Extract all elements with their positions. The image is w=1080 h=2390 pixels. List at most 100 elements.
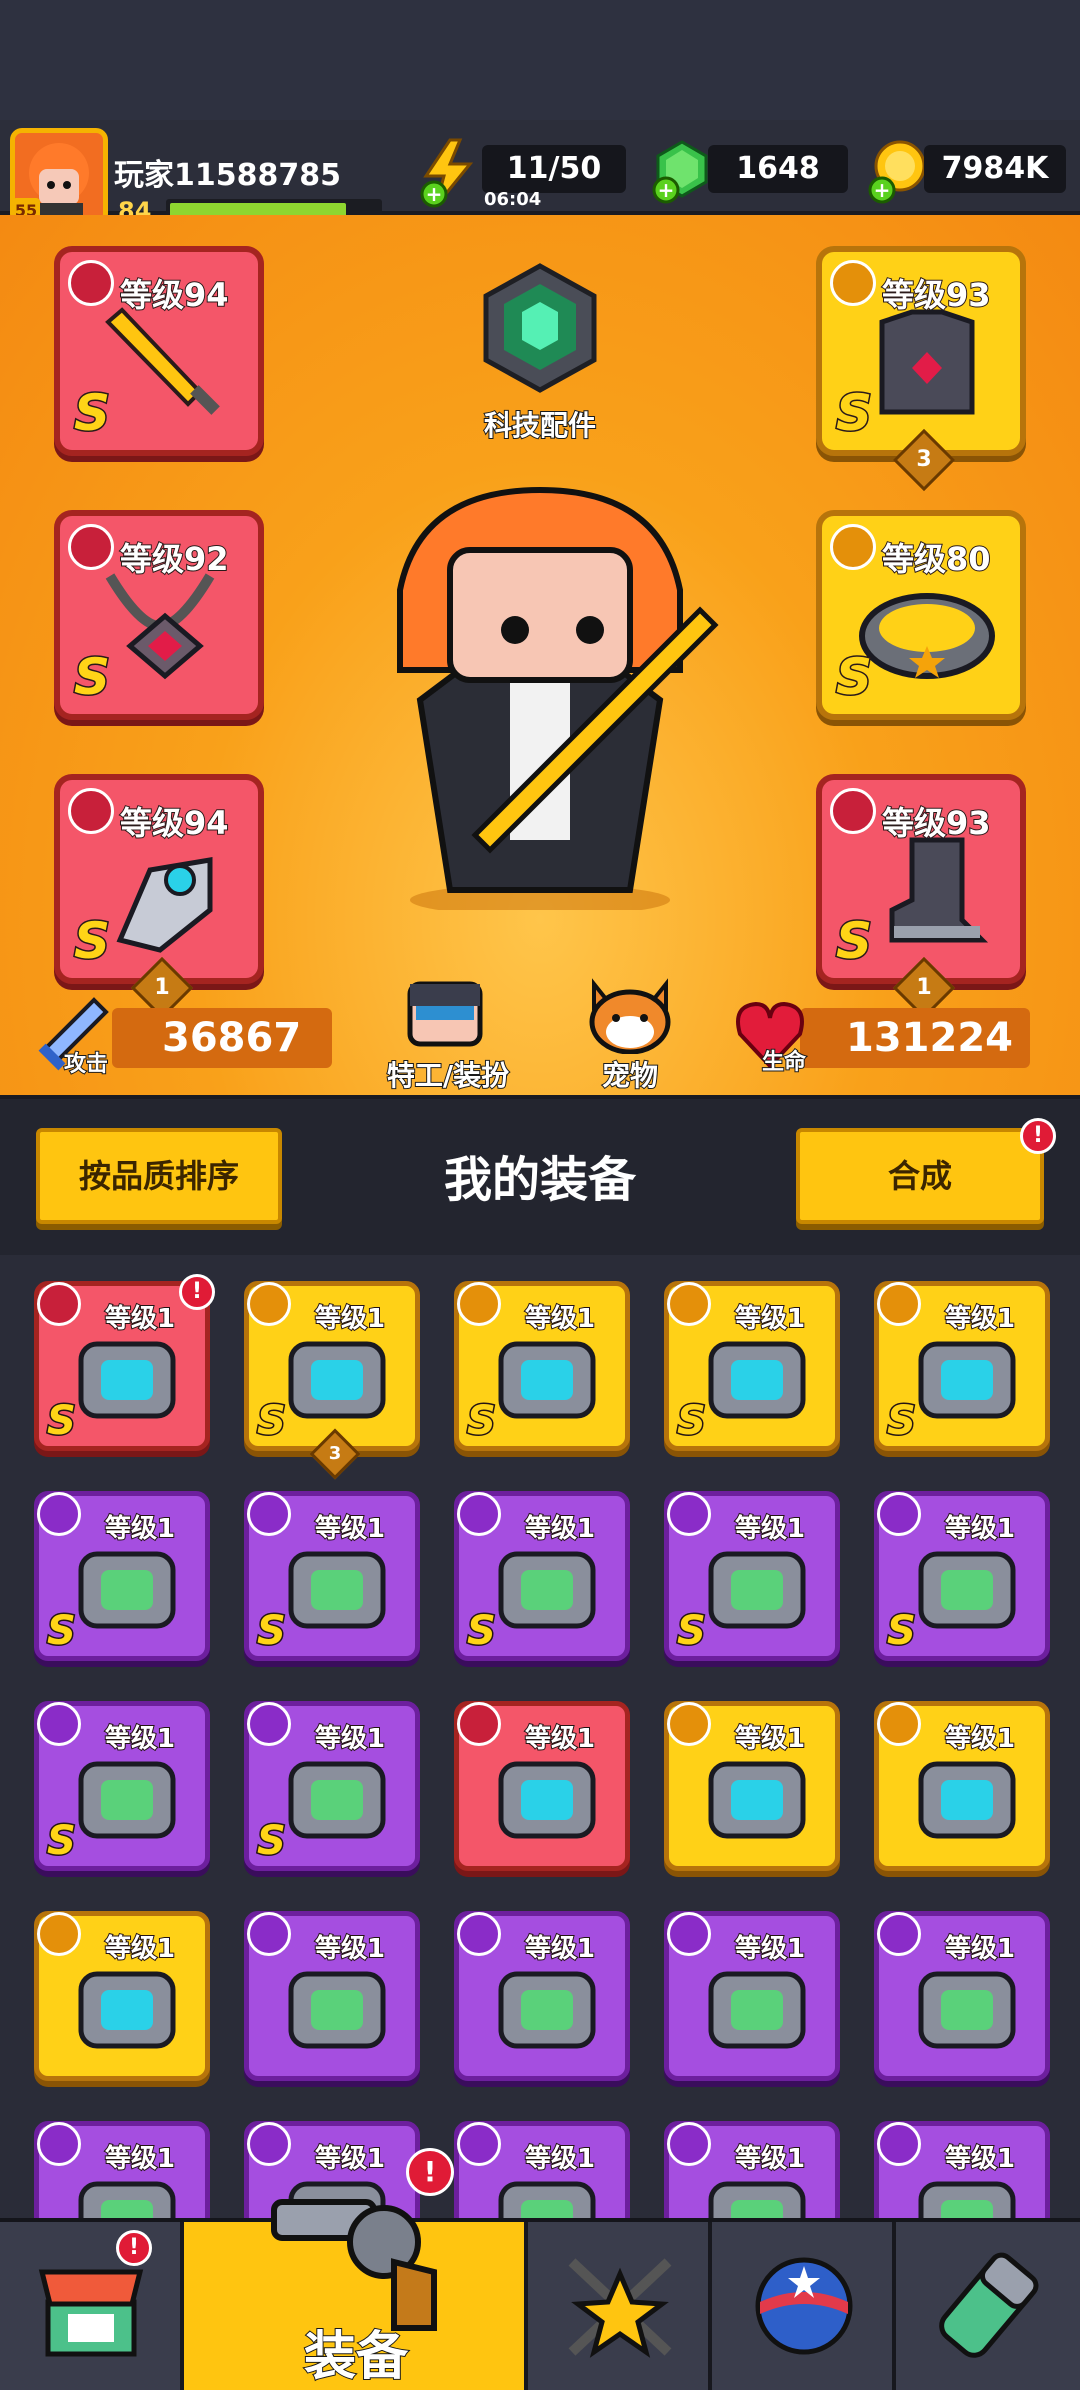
inventory-item[interactable]: 等级1 S [874,1491,1050,1661]
item-type-icon [37,1492,81,1536]
item-rank: S [46,1397,78,1446]
gem-icon[interactable]: + [652,138,712,204]
item-type-icon [37,1912,81,1956]
equipment-item-icon [918,1551,1016,1629]
game-screen: { "player": {"name": "玩家11588785", "leve… [0,0,1080,2390]
coin-icon[interactable]: + [868,138,928,204]
inventory-item[interactable]: 等级1 S [454,1281,630,1451]
nav-gene-tab[interactable] [896,2222,1080,2390]
inventory-item[interactable]: 等级1 S [34,1701,210,1871]
nav-shop-tab[interactable] [0,2222,184,2390]
svg-text:+: + [874,178,891,202]
equipment-item-icon [708,1761,806,1839]
inventory-item[interactable]: 等级1 [244,1911,420,2081]
pet-button[interactable] [580,978,680,1055]
item-type-icon [667,1282,711,1326]
item-rank: S [466,1607,498,1656]
item-type-icon [247,1282,291,1326]
chain-necklace-icon [105,573,215,680]
inventory-item[interactable]: 等级1 S [454,1491,630,1661]
inventory-item[interactable]: 等级1 S 3 [244,1281,420,1480]
energy-value: 11/50 [482,145,626,193]
item-type-icon [37,2122,81,2166]
nav-world-tab[interactable] [712,2222,896,2390]
nav-equipment-label: 装备 [303,2326,409,2388]
tech-parts-button[interactable] [478,262,602,394]
equipment-item-icon [498,1971,596,2049]
attack-label: 攻击 [63,1051,109,1078]
equipped-belt-slot[interactable]: 等级80 S [816,510,1026,720]
svg-text:+: + [658,178,675,202]
inventory-item[interactable]: 等级1 S [664,1491,840,1661]
merge-button[interactable]: 合成 [796,1128,1044,1224]
inventory-item[interactable]: 等级1 [874,1911,1050,2081]
equipment-item-icon [288,1341,386,1419]
agent-costume-button[interactable] [400,978,490,1048]
inventory-item[interactable]: 等级1 S [34,1491,210,1661]
item-type-icon [667,1702,711,1746]
item-type-icon [37,1282,81,1326]
item-rank: S [676,1397,708,1446]
equipment-item-icon [78,1551,176,1629]
equipped-boots-slot[interactable]: 等级93 S 1 [816,774,1026,1020]
sort-by-quality-button[interactable]: 按品质排序 [36,1128,282,1224]
equipment-item-icon [78,1971,176,2049]
item-rank: S [886,1397,918,1446]
inventory-item[interactable]: 等级1 [34,1911,210,2081]
equipment-item-icon [78,1761,176,1839]
boots-type-icon [830,788,876,834]
hp-label: 生命 [761,1049,807,1076]
agent-costume-label: 特工/装扮 [386,1058,510,1093]
equipment-item-icon [918,1761,1016,1839]
pet-label: 宠物 [601,1058,659,1093]
necklace-type-icon [68,524,114,570]
item-alert-badge: ! [179,1274,215,1310]
item-rank: S [46,1607,78,1656]
player-character [360,470,720,916]
item-rank: S [256,1607,288,1656]
inventory-item[interactable]: 等级1 [664,1701,840,1871]
equipment-item-icon [918,1971,1016,2049]
equipment-item-icon [708,1971,806,2049]
hp-value: 131224 [800,1008,1030,1068]
inventory-item[interactable]: 等级1 [664,1911,840,2081]
inventory-item[interactable]: 等级1 [454,1701,630,1871]
inventory-item[interactable]: 等级1 S [664,1281,840,1451]
equipped-armor-slot[interactable]: 等级93 S 3 [816,246,1026,492]
item-rank: S [886,1607,918,1656]
equipped-necklace-slot[interactable]: 等级92 S [54,510,264,720]
equipped-weapon-slot[interactable]: 等级94 S [54,246,264,456]
inventory-grid: 等级1 S! 等级1 S 3 等级1 S 等级1 S 等级1 S 等级1 S 等级1 S 等级1 S 等级1 S 等级… [0,1255,1080,2255]
inventory-item[interactable]: 等级1 S [244,1491,420,1661]
item-type-icon [877,1492,921,1536]
equipment-alert-badge: ! [406,2148,454,2196]
item-type-icon [667,2122,711,2166]
inventory-item[interactable]: 等级1 S! [34,1274,215,1451]
gauntlet-icon [116,857,213,953]
agent-icon [407,981,483,1047]
item-type-icon [247,1912,291,1956]
my-equipment-title: 我的装备 [443,1152,636,1208]
star-count-badge: 3 [309,1428,361,1480]
status-bar-area [0,0,1080,120]
energy-bolt-icon[interactable]: + [420,138,476,208]
item-rank: S [676,1607,708,1656]
shiba-dog-icon [589,978,671,1055]
item-type-icon [457,1912,501,1956]
inventory-item[interactable]: 等级1 S [244,1701,420,1871]
equipped-glove-slot[interactable]: 等级94 S 1 [54,774,264,1020]
equipment-item-icon [708,1341,806,1419]
sword-icon [105,307,220,415]
inventory-item[interactable]: 等级1 [454,1911,630,2081]
inventory-item[interactable]: 等级1 S [874,1281,1050,1451]
nav-talent-tab[interactable] [528,2222,712,2390]
item-type-icon [457,2122,501,2166]
nav-equipment-tab[interactable]: 装备 [184,2199,528,2390]
item-type-icon [877,2122,921,2166]
crossed-swords-star-icon [568,2258,672,2358]
weapon-type-icon [68,260,114,306]
armor-type-icon [830,260,876,306]
inventory-item[interactable]: 等级1 [874,1701,1050,1871]
armor-icon [879,309,975,415]
glove-type-icon [68,788,114,834]
